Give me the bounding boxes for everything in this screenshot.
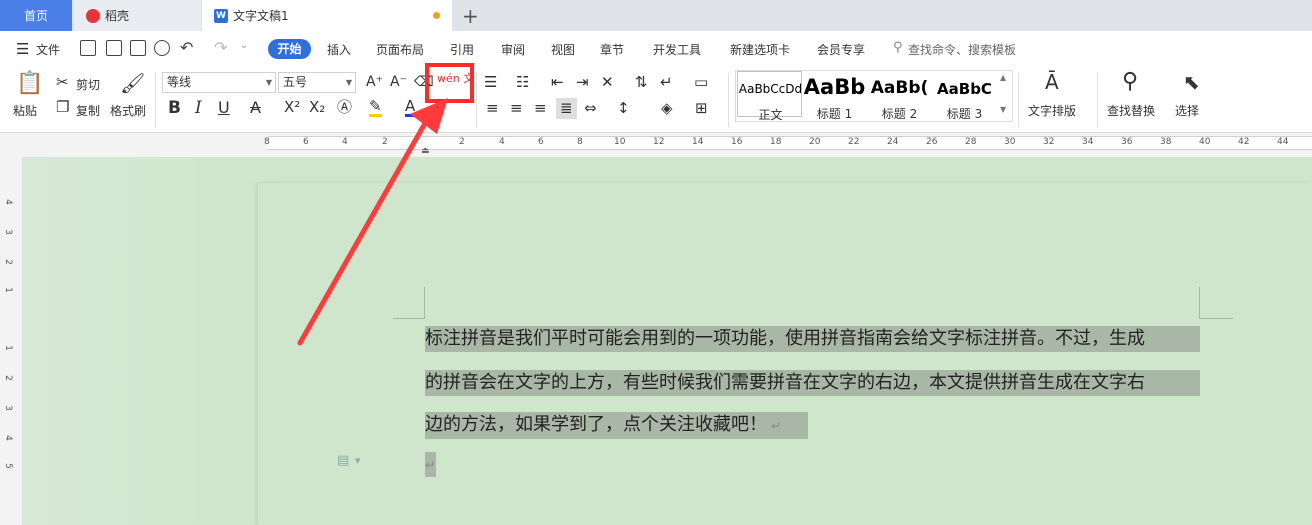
annotation-arrow-shaft	[297, 115, 431, 346]
annotation-arrow-head	[410, 98, 448, 134]
annotation-arrow	[297, 98, 448, 346]
